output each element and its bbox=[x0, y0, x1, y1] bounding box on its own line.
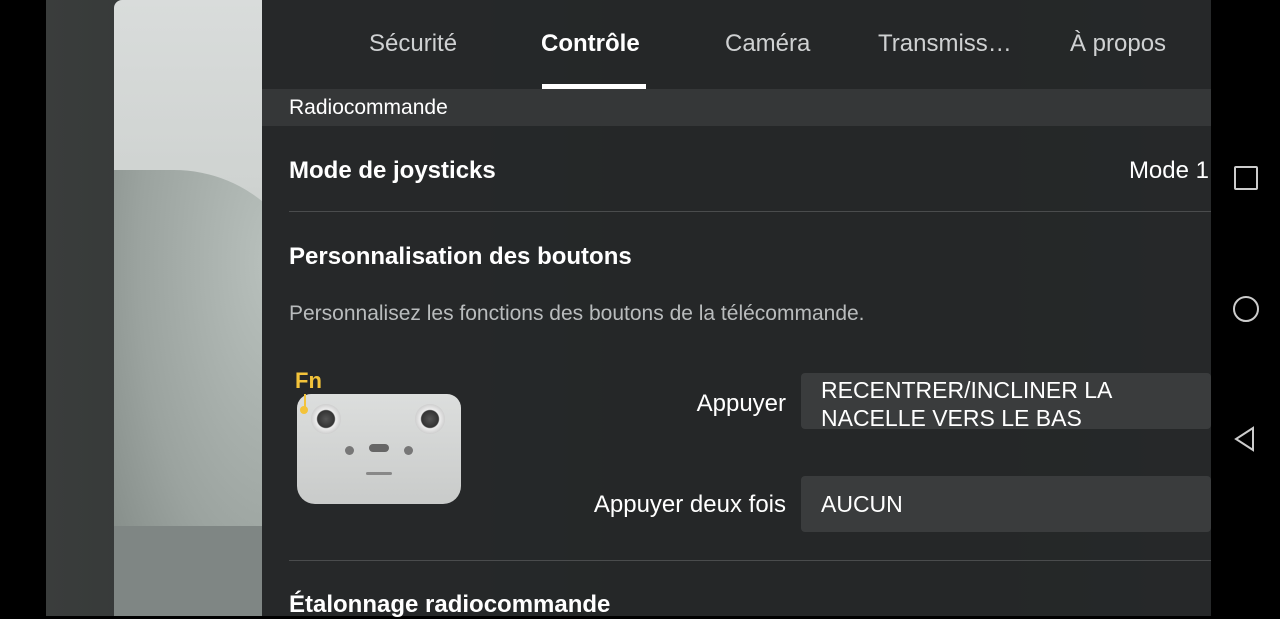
fn-label: Fn bbox=[295, 368, 322, 393]
left-stick bbox=[311, 404, 341, 434]
joystick-mode-label[interactable]: Mode de joysticks bbox=[289, 157, 496, 185]
double-press-action-select[interactable]: AUCUN bbox=[801, 476, 1211, 532]
remote-body bbox=[297, 394, 461, 504]
home-icon[interactable] bbox=[1233, 296, 1259, 322]
power-button bbox=[369, 444, 389, 452]
tab-securite[interactable]: Sécurité bbox=[369, 30, 457, 58]
camera-floor-shape bbox=[114, 526, 262, 616]
divider bbox=[289, 560, 1211, 561]
remote-controller-image: Fn bbox=[292, 368, 464, 508]
settings-tabs: Sécurité Contrôle Caméra Transmiss… À pr… bbox=[262, 0, 1211, 89]
tab-camera[interactable]: Caméra bbox=[725, 30, 810, 58]
section-title: Radiocommande bbox=[289, 96, 448, 119]
camera-feed-visible bbox=[114, 0, 262, 616]
tab-transmission[interactable]: Transmiss… bbox=[878, 30, 1012, 58]
button-customization-description: Personnalisez les fonctions des boutons … bbox=[289, 302, 865, 325]
double-press-action-value: AUCUN bbox=[821, 491, 903, 517]
recent-apps-icon[interactable] bbox=[1234, 166, 1258, 190]
battery-leds bbox=[366, 472, 392, 475]
remote-button bbox=[345, 446, 354, 455]
fn-button-marker bbox=[300, 406, 308, 414]
divider bbox=[289, 211, 1211, 212]
button-customization-title: Personnalisation des boutons bbox=[289, 243, 632, 270]
tab-a-propos[interactable]: À propos bbox=[1070, 30, 1166, 58]
tab-controle[interactable]: Contrôle bbox=[541, 30, 640, 58]
press-action-line2: NACELLE VERS LE BAS bbox=[821, 405, 1082, 431]
joystick-mode-value[interactable]: Mode 1 bbox=[1129, 157, 1209, 185]
double-press-label: Appuyer deux fois bbox=[593, 491, 786, 518]
press-action-line1: RECENTRER/INCLINER LA bbox=[821, 377, 1113, 403]
settings-panel: Sécurité Contrôle Caméra Transmiss… À pr… bbox=[262, 0, 1211, 619]
system-navigation-bar bbox=[1211, 0, 1280, 616]
press-action-select[interactable]: RECENTRER/INCLINER LA NACELLE VERS LE BA… bbox=[801, 373, 1211, 431]
back-icon[interactable] bbox=[1233, 426, 1257, 452]
press-label: Appuyer bbox=[696, 390, 786, 417]
remote-button bbox=[404, 446, 413, 455]
right-stick bbox=[415, 404, 445, 434]
left-letterbox bbox=[0, 0, 46, 616]
section-header: Radiocommande bbox=[262, 89, 1211, 126]
rc-calibration-label[interactable]: Étalonnage radiocommande bbox=[289, 591, 610, 619]
